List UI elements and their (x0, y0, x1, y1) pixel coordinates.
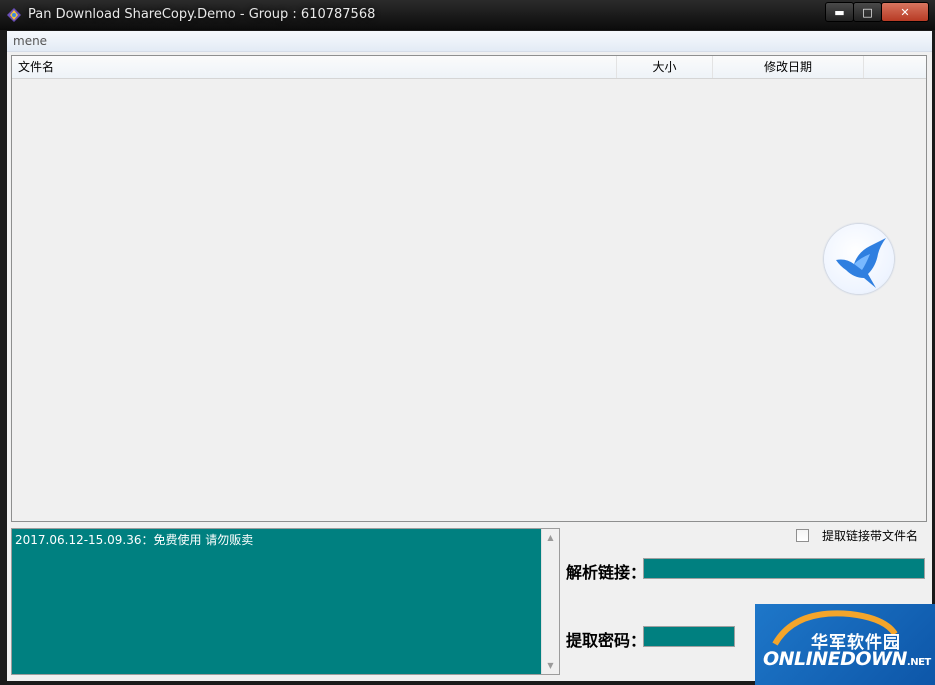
include-filename-checkbox[interactable] (796, 528, 809, 542)
watermark-logo: 华军软件园 ONLINEDOWN.NET (755, 604, 935, 685)
column-header-size[interactable]: 大小 (617, 56, 713, 78)
log-scrollbar[interactable]: ▲ ▼ (541, 529, 559, 674)
window-title: Pan Download ShareCopy.Demo - Group : 61… (28, 7, 376, 22)
file-list-header: 文件名 大小 修改日期 (12, 56, 926, 79)
minimize-icon: ▬ (834, 5, 845, 19)
client-area: mene 文件名 大小 修改日期 2017.06.12-15.09.36：免费使… (7, 31, 932, 681)
column-header-modified-date[interactable]: 修改日期 (713, 56, 864, 78)
extract-code-label: 提取密码： (566, 631, 647, 650)
parse-link-input[interactable] (643, 558, 925, 579)
close-button[interactable]: ✕ (881, 2, 929, 22)
column-header-filename[interactable]: 文件名 (12, 56, 617, 78)
log-output[interactable]: 2017.06.12-15.09.36：免费使用 请勿贩卖 ▲ ▼ (11, 528, 560, 675)
log-line: 2017.06.12-15.09.36：免费使用 请勿贩卖 (15, 533, 254, 547)
bird-logo-icon (824, 224, 894, 294)
title-bar[interactable]: Pan Download ShareCopy.Demo - Group : 61… (0, 0, 935, 30)
include-filename-option[interactable]: 提取链接带文件名 (796, 527, 918, 543)
file-list[interactable]: 文件名 大小 修改日期 (11, 55, 927, 522)
watermark-english-text: ONLINEDOWN.NET (763, 648, 931, 670)
include-filename-label: 提取链接带文件名 (822, 528, 919, 543)
app-icon (7, 8, 21, 22)
menu-bar: mene (7, 31, 932, 52)
minimize-button[interactable]: ▬ (825, 2, 854, 22)
parse-link-label: 解析链接： (566, 563, 647, 582)
scroll-up-arrow-icon[interactable]: ▲ (542, 529, 559, 546)
menu-item-mene[interactable]: mene (13, 34, 47, 48)
maximize-icon: □ (862, 5, 873, 19)
extract-code-input[interactable] (643, 626, 735, 647)
close-icon: ✕ (900, 5, 910, 19)
scroll-down-arrow-icon[interactable]: ▼ (542, 657, 559, 674)
maximize-button[interactable]: □ (853, 2, 882, 22)
